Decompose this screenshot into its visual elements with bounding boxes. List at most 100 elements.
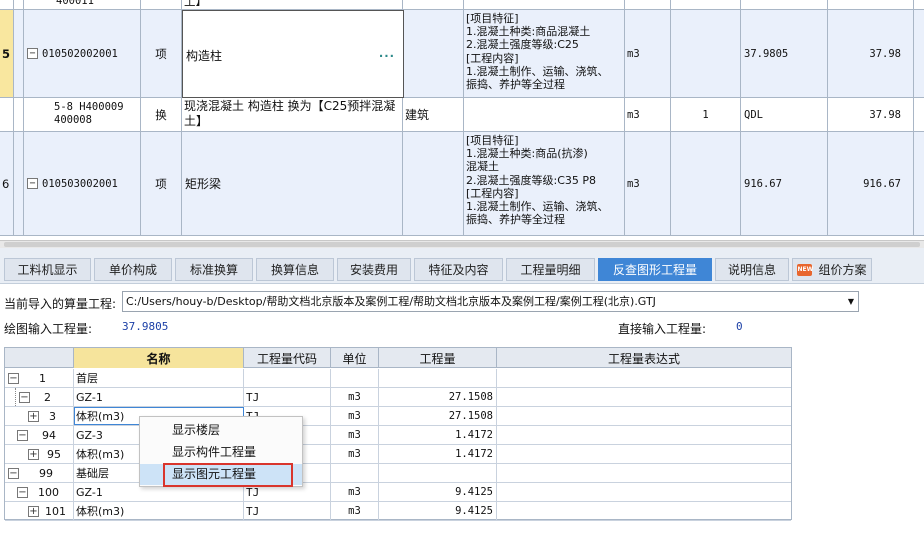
expand-icon[interactable]: +	[28, 448, 39, 460]
tree-row[interactable]: −94 GZ-3 TJ m3 1.4172	[5, 426, 791, 445]
project-path-select[interactable]: C:/Users/houy-b/Desktop/帮助文档北京版本及案例工程/帮助…	[122, 291, 859, 312]
drawing-input-label: 绘图输入工程量:	[4, 322, 93, 336]
menu-item-show-component-quantity[interactable]: 显示构件工程量	[140, 442, 302, 463]
row-expression	[497, 407, 791, 425]
expand-icon[interactable]: +	[28, 410, 39, 422]
row-unit: m3	[331, 407, 379, 425]
tree-row[interactable]: +3 体积(m3) TJ m3 27.1508	[5, 407, 791, 426]
tree-row[interactable]: +101 体积(m3) TJ m3 9.4125	[5, 502, 791, 521]
more-options-icon[interactable]: ···	[379, 49, 395, 63]
row-expression	[497, 464, 791, 482]
bill-type: 换	[141, 98, 182, 131]
row-name: GZ-1	[74, 388, 244, 406]
bill-row[interactable]: 5 − 010502002001 项 [项目特征] 1.混凝土种类:商品混凝土 …	[0, 10, 924, 98]
tree-row[interactable]: − 2 GZ-1 TJ m3 27.1508	[5, 388, 791, 407]
tab-install-fee[interactable]: 安装费用	[337, 258, 411, 281]
row-quantity: 27.1508	[379, 388, 497, 406]
row-number: 95	[47, 447, 61, 461]
collapse-icon[interactable]: −	[17, 486, 28, 498]
row-unit: m3	[331, 483, 379, 501]
tab-features[interactable]: 特征及内容	[414, 258, 503, 281]
quota-name: 现浇混凝土 构造柱 换为【C25预拌混凝 土】	[182, 98, 403, 131]
bill-amount: 37.98	[828, 10, 914, 97]
collapse-icon[interactable]: −	[27, 48, 38, 59]
tab-pricing-scheme[interactable]: NEW 组价方案	[792, 258, 872, 281]
bill-qty: 1	[671, 98, 741, 131]
bill-features[interactable]: [项目特征] 1.混凝土种类:商品(抗渗) 混凝土 2.混凝土强度等级:C35 …	[464, 132, 625, 235]
highlight-box	[163, 463, 293, 487]
tab-quantity-detail[interactable]: 工程量明细	[506, 258, 595, 281]
bill-name[interactable]: 矩形梁	[182, 132, 403, 235]
bill-row[interactable]: 400011 土】	[0, 0, 924, 10]
collapse-icon[interactable]: −	[19, 391, 30, 403]
horizontal-scrollbar[interactable]	[0, 240, 924, 248]
bill-name: 构造柱	[186, 49, 223, 63]
header-unit[interactable]: 单位	[331, 348, 379, 368]
collapse-icon[interactable]: −	[17, 429, 28, 441]
row-quantity: 9.4125	[379, 483, 497, 501]
tab-materials[interactable]: 工料机显示	[4, 258, 91, 281]
row-quantity: 27.1508	[379, 407, 497, 425]
collapse-icon[interactable]: −	[27, 178, 38, 189]
bill-unit-type	[403, 10, 464, 97]
bill-code: 010503002001	[42, 177, 118, 190]
new-badge-icon: NEW	[797, 263, 813, 276]
collapse-icon[interactable]: −	[8, 467, 19, 479]
project-path-value: C:/Users/houy-b/Desktop/帮助文档北京版本及案例工程/帮助…	[126, 295, 656, 308]
scrollbar-thumb[interactable]	[4, 242, 920, 247]
bill-row[interactable]: 6 − 010503002001 项 矩形梁 [项目特征] 1.混凝土种类:商品…	[0, 132, 924, 236]
header-name[interactable]: 名称	[74, 348, 244, 368]
row-number: 2	[44, 390, 51, 404]
header-quantity[interactable]: 工程量	[379, 348, 497, 368]
row-expression	[497, 369, 791, 387]
tab-unit-price[interactable]: 单价构成	[94, 258, 172, 281]
bill-features[interactable]: [项目特征] 1.混凝土种类:商品混凝土 2.混凝土强度等级:C25 [工程内容…	[464, 10, 625, 97]
row-number: 101	[45, 504, 66, 518]
bill-amount: 37.98	[828, 98, 914, 131]
menu-item-show-floor[interactable]: 显示楼层	[140, 420, 302, 441]
tab-reverse-lookup[interactable]: 反查图形工程量	[598, 258, 712, 281]
row-code	[244, 369, 331, 387]
header-code[interactable]: 工程量代码	[244, 348, 331, 368]
row-quantity: 1.4172	[379, 426, 497, 444]
quantity-tree-grid: 名称 工程量代码 单位 工程量 工程量表达式 −1 首层 −2 GZ-1 TJ …	[4, 347, 792, 521]
row-number: 100	[38, 485, 59, 499]
row-expression	[497, 426, 791, 444]
bill-expr: 916.67	[741, 132, 828, 235]
tree-row[interactable]: −99 基础层	[5, 464, 791, 483]
bill-expr: 37.9805	[741, 10, 828, 97]
bill-code: 010502002001	[42, 47, 118, 60]
row-code: TJ	[244, 502, 331, 520]
expand-icon[interactable]: +	[28, 505, 39, 517]
bill-name-editor[interactable]: 构造柱 ···	[182, 10, 404, 98]
row-number: 99	[39, 466, 53, 480]
row-index: 5	[0, 10, 14, 97]
quota-code: 5-8 H400009 400008	[24, 98, 141, 131]
bill-type: 项	[141, 10, 182, 97]
tab-conversion-info[interactable]: 换算信息	[256, 258, 334, 281]
tree-row[interactable]: −100 GZ-1 TJ m3 9.4125	[5, 483, 791, 502]
bill-unit: m3	[625, 132, 671, 235]
detail-tabbar: 工料机显示 单价构成 标准换算 换算信息 安装费用 特征及内容 工程量明细 反查…	[0, 248, 924, 284]
row-number: 94	[42, 428, 56, 442]
row-unit	[331, 464, 379, 482]
tab-standard-conversion[interactable]: 标准换算	[175, 258, 253, 281]
tab-description[interactable]: 说明信息	[715, 258, 789, 281]
bill-expr: QDL	[741, 98, 828, 131]
tree-row[interactable]: − 1 首层	[5, 369, 791, 388]
bill-unit-type: 建筑	[403, 98, 464, 131]
bill-unit: m3	[625, 98, 671, 131]
dropdown-arrow-icon[interactable]: ▼	[848, 292, 854, 311]
header-expression[interactable]: 工程量表达式	[497, 348, 791, 368]
tree-row[interactable]: +95 体积(m3) TJ m3 1.4172	[5, 445, 791, 464]
row-unit: m3	[331, 445, 379, 463]
row-quantity	[379, 464, 497, 482]
drawing-input-value: 37.9805	[122, 320, 169, 333]
collapse-icon[interactable]: −	[8, 372, 19, 384]
bill-row[interactable]: 5-8 H400009 400008 换 现浇混凝土 构造柱 换为【C25预拌混…	[0, 98, 924, 132]
bill-amount: 916.67	[828, 132, 914, 235]
context-menu: 显示楼层 显示构件工程量 显示图元工程量	[139, 416, 303, 487]
bill-name: 土】	[182, 0, 403, 9]
row-name: 首层	[74, 369, 244, 387]
row-name: 体积(m3)	[74, 502, 244, 520]
